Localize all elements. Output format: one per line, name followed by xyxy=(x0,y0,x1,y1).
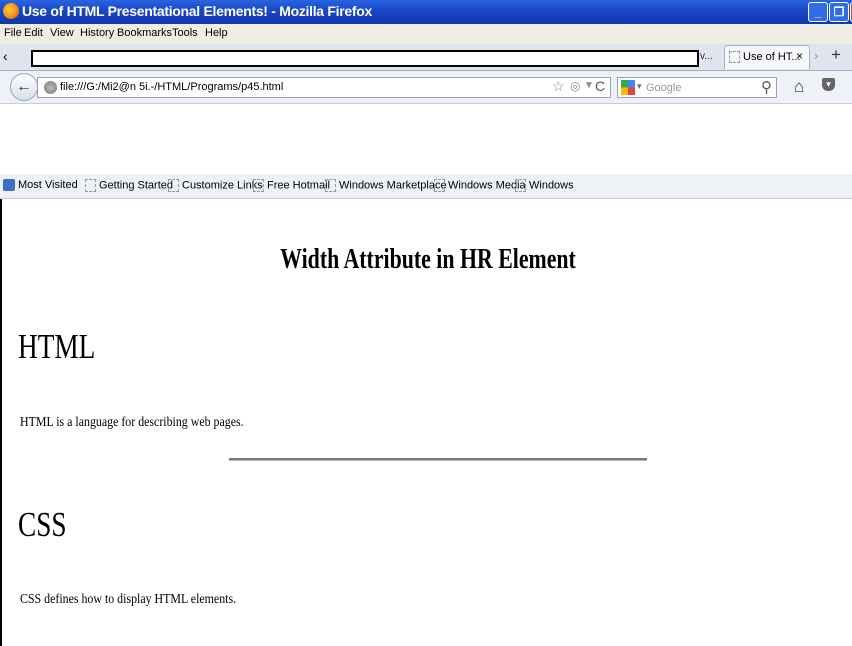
search-magnifier-icon[interactable]: ⚲ xyxy=(761,78,772,96)
home-icon[interactable]: ⌂ xyxy=(794,77,804,97)
bookmark-windows[interactable]: Windows xyxy=(515,179,574,192)
address-bar[interactable]: file:///G:/Mi2@n 5i.-/HTML/Programs/p45.… xyxy=(37,77,611,98)
bookmark-label: Customize Links xyxy=(182,179,263,192)
search-placeholder: Google xyxy=(646,82,682,94)
minimize-button[interactable]: _ xyxy=(808,2,828,22)
bookmark-star-icon[interactable]: ☆ xyxy=(552,78,565,95)
menu-view[interactable]: View xyxy=(50,27,74,39)
bookmark-page-icon xyxy=(434,179,445,192)
bookmark-windows-media[interactable]: Windows Media xyxy=(434,179,526,192)
bookmark-getting-started[interactable]: Getting Started xyxy=(85,179,173,192)
menu-bar: File Edit View History Bookmarks Tools H… xyxy=(0,24,852,44)
url-dropdown-icon[interactable]: ▼ xyxy=(584,80,594,91)
bookmark-label: Free Hotmail xyxy=(267,179,330,192)
bookmark-label: Most Visited xyxy=(18,179,78,191)
search-engine-dropdown-icon[interactable]: ▾ xyxy=(637,81,642,92)
bookmark-label: Windows Media xyxy=(448,179,526,192)
reload-icon[interactable]: C xyxy=(595,78,605,94)
section-title-css: CSS xyxy=(18,505,67,544)
tab-active-label: Use of HT... xyxy=(743,51,801,63)
window-title: Use of HTML Presentational Elements! - M… xyxy=(22,3,372,19)
most-visited-icon xyxy=(3,179,15,192)
firefox-logo-icon xyxy=(3,3,19,19)
bookmark-page-icon xyxy=(168,179,179,192)
bookmark-page-icon xyxy=(253,179,264,192)
section-title-html: HTML xyxy=(18,327,96,366)
navigation-bar: ← file:///G:/Mi2@n 5i.-/HTML/Programs/p4… xyxy=(0,71,852,104)
bookmark-page-icon xyxy=(325,179,336,192)
section-text-html: HTML is a language for describing web pa… xyxy=(20,415,244,430)
tab-overflow[interactable]: v... xyxy=(700,46,724,68)
bookmark-label: Getting Started xyxy=(99,179,173,192)
tab-close-icon[interactable]: × xyxy=(796,49,803,63)
menu-file[interactable]: File xyxy=(4,27,22,39)
section-text-css: CSS defines how to display HTML elements… xyxy=(20,592,237,607)
bookmark-label: Windows Marketplace xyxy=(339,179,447,192)
menu-history[interactable]: History xyxy=(80,27,114,39)
collapsed-tabs-region[interactable] xyxy=(31,50,699,67)
bookmark-page-icon xyxy=(85,179,96,192)
url-text: file:///G:/Mi2@n 5i.-/HTML/Programs/p45.… xyxy=(60,81,284,93)
menu-tools[interactable]: Tools xyxy=(172,27,198,39)
page-content: Width Attribute in HR Element HTML HTML … xyxy=(0,199,852,646)
page-favicon-icon xyxy=(729,51,740,63)
tab-scroll-left-icon[interactable]: ‹ xyxy=(3,48,8,64)
bookmark-most-visited[interactable]: Most Visited xyxy=(3,179,78,192)
bookmark-page-icon xyxy=(515,179,526,192)
bookmark-label: Windows xyxy=(529,179,574,192)
search-bar[interactable]: ▾ Google ⚲ xyxy=(617,77,777,98)
bookmark-windows-marketplace[interactable]: Windows Marketplace xyxy=(325,179,447,192)
menu-help[interactable]: Help xyxy=(205,27,228,39)
tab-scroll-right-icon[interactable]: › xyxy=(814,48,818,63)
menu-bookmarks[interactable]: Bookmarks xyxy=(117,27,172,39)
globe-icon xyxy=(44,81,57,94)
new-tab-button[interactable]: + xyxy=(831,45,841,65)
tab-strip: ‹ v... Use of HT... × › + xyxy=(0,44,852,71)
google-icon[interactable] xyxy=(621,80,635,95)
title-bar: Use of HTML Presentational Elements! - M… xyxy=(0,0,852,24)
maximize-button[interactable]: ❐ xyxy=(829,2,849,22)
tab-active[interactable]: Use of HT... × xyxy=(724,45,810,69)
bookmarks-bar: Most Visited Getting Started Customize L… xyxy=(0,174,852,199)
shield-icon[interactable]: ◎ xyxy=(570,79,580,93)
bookmark-customize-links[interactable]: Customize Links xyxy=(168,179,263,192)
page-heading: Width Attribute in HR Element xyxy=(280,244,576,275)
horizontal-rule xyxy=(229,458,647,461)
menu-edit[interactable]: Edit xyxy=(24,27,43,39)
bookmark-free-hotmail[interactable]: Free Hotmail xyxy=(253,179,330,192)
back-button[interactable]: ← xyxy=(10,73,38,101)
pocket-icon[interactable]: ▾ xyxy=(822,78,835,91)
